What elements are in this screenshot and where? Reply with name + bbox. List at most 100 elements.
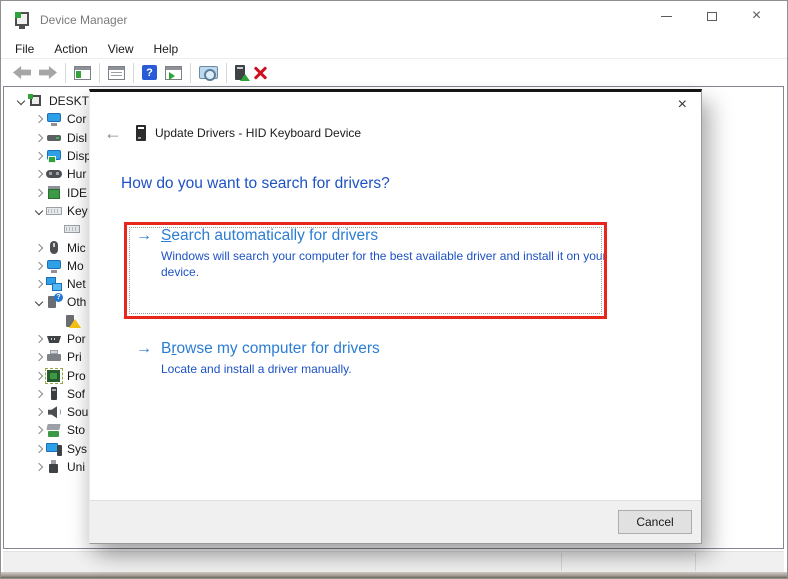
keyboards-icon [46, 204, 62, 218]
scan-hardware-changes-button[interactable] [195, 61, 222, 85]
tree-item-label: Oth [67, 295, 86, 309]
chevron-right-icon[interactable] [32, 336, 46, 342]
dialog-close-button[interactable]: × [678, 97, 687, 113]
focus-rectangle [129, 227, 602, 314]
chevron-down-icon[interactable] [32, 208, 46, 214]
update-drivers-dialog: × ← Update Drivers - HID Keyboard Device… [89, 89, 702, 544]
chevron-right-icon[interactable] [32, 391, 46, 397]
driver-device-icon [136, 125, 146, 141]
status-separator [561, 553, 562, 571]
toolbar-separator [99, 63, 100, 83]
show-console-tree-icon [74, 66, 91, 80]
network-adapters-icon [46, 277, 62, 291]
display-adapters-icon [46, 149, 62, 163]
device-manager-app-icon [15, 12, 29, 26]
status-separator [695, 553, 696, 571]
chevron-right-icon[interactable] [32, 409, 46, 415]
maximize-button[interactable] [689, 1, 734, 31]
tree-item-label: Uni [67, 460, 85, 474]
menu-view[interactable]: View [108, 42, 134, 56]
chevron-right-icon[interactable] [32, 464, 46, 470]
chevron-down-icon[interactable] [32, 299, 46, 305]
chevron-right-icon[interactable] [32, 281, 46, 287]
computer-node-icon [46, 112, 62, 126]
tree-item-label: Sof [67, 387, 85, 401]
tree-item-label: Sys [67, 442, 87, 456]
menu-bar: File Action View Help [1, 39, 787, 59]
chevron-right-icon[interactable] [32, 116, 46, 122]
action-pane-button[interactable] [161, 61, 186, 85]
human-interface-devices-icon [46, 167, 62, 181]
dialog-heading: How do you want to search for drivers? [121, 175, 390, 193]
chevron-right-icon[interactable] [32, 263, 46, 269]
properties-icon [108, 66, 125, 80]
chevron-right-icon[interactable] [32, 171, 46, 177]
chevron-right-icon[interactable] [32, 427, 46, 433]
dialog-header: ← Update Drivers - HID Keyboard Device [104, 124, 361, 142]
tree-item-label: Hur [67, 167, 86, 181]
print-queues-icon [46, 350, 62, 364]
chevron-down-icon[interactable] [14, 98, 28, 104]
chevron-right-icon[interactable] [32, 446, 46, 452]
minimize-button[interactable] [644, 1, 689, 31]
annotation-highlight-box [124, 222, 607, 319]
minimize-icon [661, 16, 672, 17]
tree-item-label: Disl [67, 131, 87, 145]
chevron-right-icon[interactable] [32, 245, 46, 251]
update-driver-icon [235, 65, 245, 80]
ports-icon [46, 332, 62, 346]
show-console-tree-button[interactable] [70, 61, 95, 85]
window-bottom-edge [1, 572, 787, 578]
ide-controllers-icon [46, 186, 62, 200]
chevron-right-icon[interactable] [32, 190, 46, 196]
forward-button[interactable] [35, 61, 61, 85]
driver-option-2[interactable]: →Browse my computer for driversLocate an… [136, 339, 380, 377]
uninstall-device-button[interactable] [249, 61, 271, 85]
storage-controllers-icon [46, 423, 62, 437]
system-devices-icon [46, 442, 62, 456]
chevron-right-icon[interactable] [32, 354, 46, 360]
title-bar: Device Manager × [1, 1, 787, 39]
tree-item-label: Sou [67, 405, 88, 419]
chevron-right-icon[interactable] [32, 135, 46, 141]
uninstall-device-icon [253, 66, 267, 80]
menu-file[interactable]: File [15, 42, 34, 56]
tree-item-label: Mic [67, 241, 86, 255]
option-description: Locate and install a driver manually. [161, 361, 380, 377]
tree-item-label: Key [67, 204, 88, 218]
properties-button[interactable] [104, 61, 129, 85]
chevron-right-icon[interactable] [32, 373, 46, 379]
back-button[interactable] [9, 61, 35, 85]
disk-drives-icon [46, 131, 62, 145]
help-button[interactable]: ? [138, 61, 161, 85]
tree-item-label: Pri [67, 350, 82, 364]
toolbar: ? [1, 59, 787, 86]
help-icon: ? [142, 65, 157, 80]
close-button[interactable]: × [734, 1, 779, 31]
window-title: Device Manager [40, 13, 127, 27]
tree-item-label: Net [67, 277, 86, 291]
status-bar [3, 551, 784, 572]
unknown-device-warning-icon [64, 314, 80, 328]
action-pane-icon [165, 66, 182, 80]
mice-icon [46, 241, 62, 255]
arrow-right-icon: → [136, 339, 152, 377]
sound-controllers-icon [46, 405, 62, 419]
dialog-back-icon[interactable]: ← [104, 124, 122, 142]
software-devices-icon [46, 387, 62, 401]
close-icon: × [752, 8, 761, 24]
computer-icon [28, 95, 44, 109]
menu-action[interactable]: Action [54, 42, 87, 56]
cancel-button[interactable]: Cancel [618, 510, 692, 534]
update-driver-button[interactable] [231, 61, 249, 85]
back-icon [13, 66, 31, 79]
scan-hardware-changes-icon [199, 66, 218, 79]
tree-item-label: Disp [67, 149, 91, 163]
toolbar-separator [190, 63, 191, 83]
toolbar-separator [226, 63, 227, 83]
menu-help[interactable]: Help [154, 42, 179, 56]
chevron-right-icon[interactable] [32, 153, 46, 159]
tree-item-label: Mo [67, 259, 84, 273]
other-devices-icon [46, 295, 62, 309]
toolbar-separator [133, 63, 134, 83]
